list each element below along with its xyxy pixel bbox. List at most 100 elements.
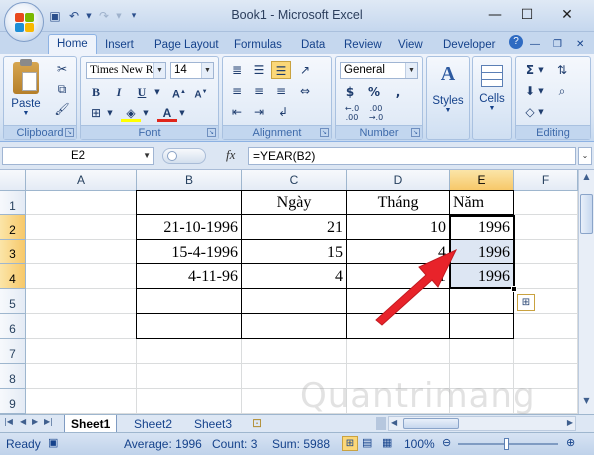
zoom-slider-thumb[interactable] [504,438,509,450]
cell-b5[interactable] [136,289,242,314]
find-select-icon[interactable]: ⌕ [552,82,572,100]
cell-f3[interactable] [514,240,578,264]
styles-button[interactable]: A Styles ▼ [428,61,468,137]
align-right-icon[interactable]: ≡ [271,82,291,100]
cell-c6[interactable] [242,314,347,339]
font-color-dropdown-icon[interactable]: ▼ [177,104,187,122]
cell-b6[interactable] [136,314,242,339]
cell-c3[interactable]: 15 [242,240,347,264]
page-layout-view-icon[interactable]: ▤ [362,436,372,449]
shrink-font-button[interactable]: A▼ [191,83,211,101]
cell-b1[interactable] [136,190,242,215]
tab-data[interactable]: Data [301,36,325,54]
status-zoom[interactable]: 100% [404,437,435,451]
row-header-5[interactable]: 5 [0,289,26,314]
clear-dropdown-icon[interactable]: ▼ [536,103,546,121]
row-header-9[interactable]: 9 [0,389,26,414]
cell-b2[interactable]: 21-10-1996 [136,215,242,240]
sheet-tab-sheet1[interactable]: Sheet1 [64,415,118,433]
cell-f1[interactable] [514,191,578,215]
cell-a8[interactable] [26,364,137,389]
row-header-2[interactable]: 2 [0,215,26,240]
select-all-corner[interactable] [0,170,26,191]
cell-a9[interactable] [26,389,137,414]
scroll-up-icon[interactable]: ▲ [580,172,593,186]
scroll-down-icon[interactable]: ▼ [580,396,593,410]
autosum-dropdown-icon[interactable]: ▼ [536,61,546,79]
sheet-tab-sheet3[interactable]: Sheet3 [188,415,238,433]
cell-e2[interactable]: 1996 [450,215,514,240]
percent-icon[interactable]: % [364,83,384,101]
italic-button[interactable]: I [109,83,129,101]
name-box[interactable]: E2 ▼ [2,147,154,165]
zoom-in-icon[interactable]: ⊕ [566,436,575,449]
cell-b3[interactable]: 15-4-1996 [136,240,242,264]
cut-icon[interactable]: ✂ [52,60,72,78]
underline-dropdown-icon[interactable]: ▼ [152,83,162,101]
currency-icon[interactable]: $ [340,83,360,101]
scroll-left-icon[interactable]: ◀ [391,418,397,427]
sort-filter-icon[interactable]: ⇅ [552,61,572,79]
cell-c7[interactable] [242,339,347,364]
formula-input[interactable]: =YEAR(B2) [248,147,576,165]
vertical-scroll-thumb[interactable] [580,194,593,234]
tab-insert[interactable]: Insert [105,36,134,54]
number-format-dropdown[interactable]: General ▼ [340,62,418,79]
underline-button[interactable]: U [132,83,152,101]
borders-dropdown-icon[interactable]: ▼ [105,104,115,122]
cell-a2[interactable] [26,215,137,240]
column-header-a[interactable]: A [26,170,137,191]
decrease-indent-icon[interactable]: ⇤ [227,103,247,121]
bold-button[interactable]: B [86,83,106,101]
ribbon-restore-icon[interactable]: ❐ [553,36,562,54]
horizontal-scroll-thumb[interactable] [403,418,459,429]
help-icon[interactable]: ? [509,35,523,49]
tab-view[interactable]: View [398,36,423,54]
autofill-options-icon[interactable]: ⊞ [517,294,535,311]
chevron-down-icon[interactable]: ▼ [405,63,417,78]
zoom-out-icon[interactable]: ⊖ [442,436,451,449]
cell-e1[interactable]: Năm [450,190,514,215]
fill-dropdown-icon[interactable]: ▼ [141,104,151,122]
tab-formulas[interactable]: Formulas [234,36,282,54]
format-painter-icon[interactable]: 🖌 [52,100,72,118]
tab-split-handle[interactable] [376,417,386,430]
cell-d2[interactable]: 10 [347,215,450,240]
number-launcher-icon[interactable]: ↘ [411,128,420,137]
wrap-text-icon[interactable]: ↲ [273,103,293,121]
insert-function-button[interactable]: fx [226,147,235,163]
clipboard-launcher-icon[interactable]: ↘ [65,128,74,137]
prev-sheet-icon[interactable]: ◀ [20,417,26,426]
grow-font-button[interactable]: A▲ [169,83,189,101]
fill-dropdown-icon[interactable]: ▼ [536,82,546,100]
tab-page-layout[interactable]: Page Layout [154,36,219,54]
tab-home[interactable]: Home [48,34,97,55]
first-sheet-icon[interactable]: |◀ [4,417,13,426]
row-header-4[interactable]: 4 [0,264,26,289]
column-header-e[interactable]: E [450,170,514,191]
align-center-icon[interactable]: ≡ [249,82,269,100]
cell-f2[interactable] [514,215,578,240]
sheet-tab-sheet2[interactable]: Sheet2 [128,415,178,433]
chevron-down-icon[interactable]: ▼ [201,63,213,78]
row-header-7[interactable]: 7 [0,339,26,364]
fill-handle[interactable] [511,286,517,292]
row-header-3[interactable]: 3 [0,240,26,264]
cell-a5[interactable] [26,289,137,314]
alignment-launcher-icon[interactable]: ↘ [320,128,329,137]
expand-formula-bar-icon[interactable]: ⌄ [578,147,592,165]
macro-record-icon[interactable]: ▣ [48,436,58,449]
fill-color-icon[interactable]: ◈ [121,104,141,122]
page-break-view-icon[interactable]: ▦ [382,436,392,449]
cells-button[interactable]: Cells ▼ [474,61,510,137]
row-header-1[interactable]: 1 [0,191,26,215]
cell-e7[interactable] [450,339,514,364]
decrease-decimal-icon[interactable]: .00 →.0 [366,104,386,122]
column-header-c[interactable]: C [242,170,347,191]
borders-icon[interactable]: ⊞ [86,104,106,122]
column-header-d[interactable]: D [347,170,450,191]
cell-b4[interactable]: 4-11-96 [136,264,242,289]
maximize-button[interactable]: ☐ [516,6,538,24]
horizontal-scrollbar[interactable]: ◀ ▶ [388,416,576,431]
font-name-dropdown[interactable]: Times New Rc ▼ [86,62,166,79]
